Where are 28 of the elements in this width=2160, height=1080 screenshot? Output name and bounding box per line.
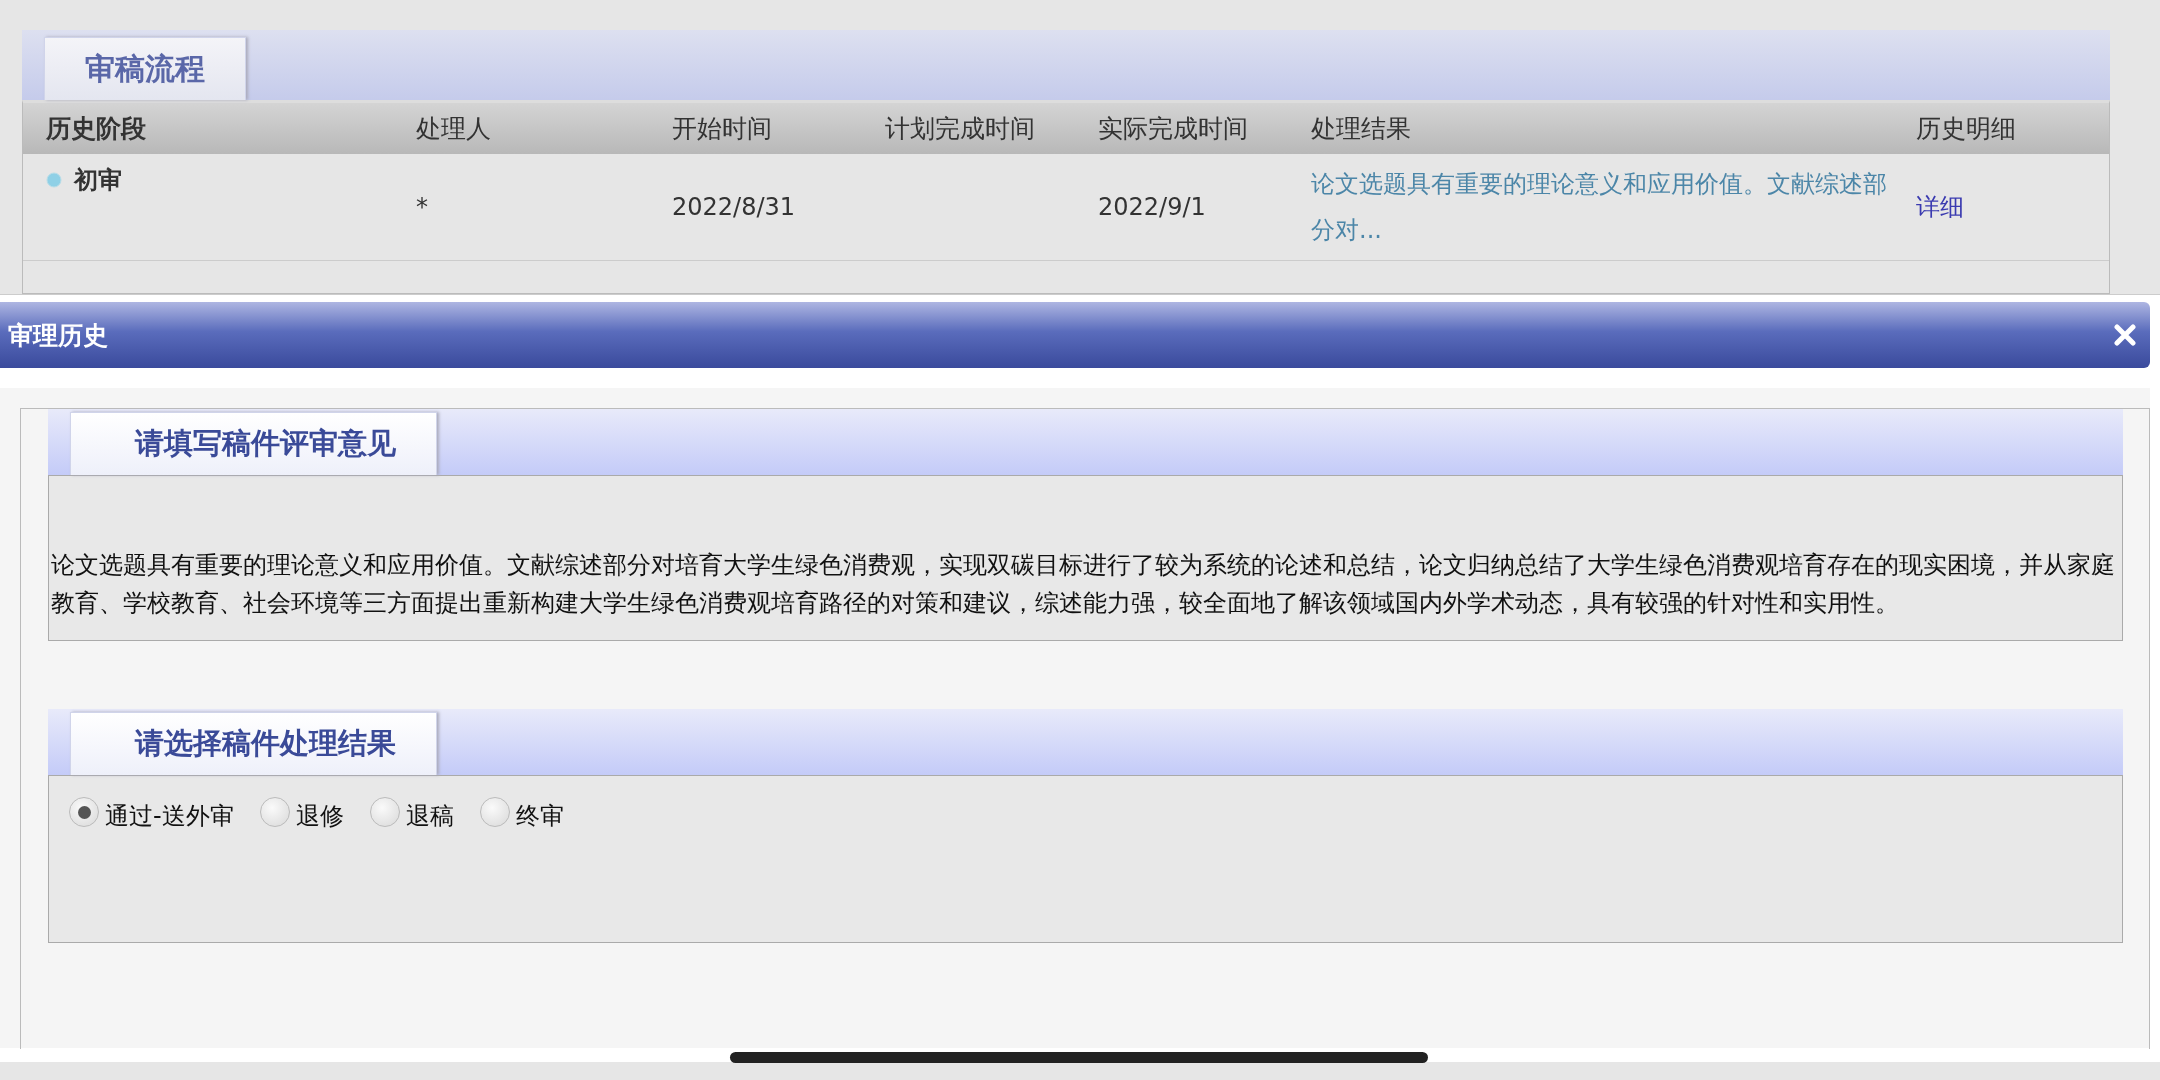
column-header: 处理人 — [416, 113, 492, 145]
table-cell-text: 初审 — [74, 165, 122, 196]
section-title: 请填写稿件评审意见 — [70, 412, 437, 475]
table-cell-text: 2022/8/31 — [672, 193, 797, 221]
table-cell-text: * — [416, 193, 429, 221]
dialog-title: 审理历史 — [8, 319, 108, 352]
panel-tab[interactable]: 审稿流程 — [44, 37, 246, 100]
radio-option[interactable]: 通过-送外审 — [69, 800, 234, 832]
radio-button[interactable] — [259, 797, 290, 827]
detail-link[interactable]: 详细 — [1916, 193, 1964, 221]
close-icon[interactable] — [2114, 324, 2136, 346]
result-text: 论文选题具有重要的理论意义和应用价值。文献综述部分对... — [1311, 169, 1888, 246]
column-header: 历史明细 — [1916, 113, 2017, 145]
radio-button[interactable] — [369, 797, 400, 827]
column-header: 实际完成时间 — [1098, 113, 1249, 145]
radio-option[interactable]: 终审 — [479, 800, 564, 832]
radio-option[interactable]: 退稿 — [369, 800, 454, 832]
column-header: 处理结果 — [1311, 113, 1412, 145]
column-header: 开始时间 — [672, 113, 773, 145]
radio-option[interactable]: 退修 — [259, 800, 344, 832]
bullet-icon — [46, 172, 62, 188]
table-cell-text: 2022/9/1 — [1098, 193, 1207, 221]
radio-button[interactable] — [479, 797, 510, 827]
radio-button[interactable] — [69, 797, 99, 827]
section-title: 请选择稿件处理结果 — [70, 712, 437, 775]
column-header: 历史阶段 — [46, 113, 147, 145]
column-header: 计划完成时间 — [885, 113, 1036, 145]
review-comment: 论文选题具有重要的理论意义和应用价值。文献综述部分对培育大学生绿色消费观，实现双碳目标进行了较为系统的论述和总结，论文归纳总结了大学生绿色消费观培育存在的现实困境，并从家庭教育、学校教育、社会环境等三方面提出重新构建大学生绿色消费观培育路径的对策和建议，综述能力强，较全面地了解该领域国内外学术动态，具有较强的针对性和实用性。 — [50, 550, 2116, 619]
